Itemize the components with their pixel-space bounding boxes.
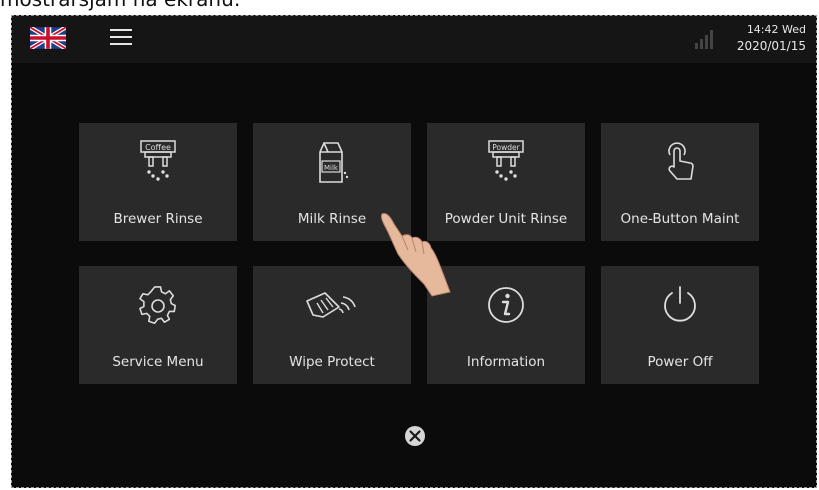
power-icon — [664, 286, 696, 322]
touch-finger-icon — [668, 142, 694, 180]
close-circle-icon[interactable] — [404, 425, 426, 447]
svg-text:Milk: Milk — [324, 164, 339, 172]
clock-date: 2020/01/15 — [736, 39, 806, 53]
tile-power-off[interactable]: Power Off — [601, 266, 759, 384]
tile-label: Power Off — [647, 354, 713, 370]
top-status-bar: 14:42 Wed 2020/01/15 — [12, 16, 816, 63]
powder-unit-icon: Powder — [488, 140, 524, 181]
tile-service-menu[interactable]: Service Menu — [79, 266, 237, 384]
tile-label: Service Menu — [112, 354, 204, 370]
tile-label: Wipe Protect — [289, 354, 375, 370]
svg-text:Powder: Powder — [492, 143, 520, 152]
coffee-machine-screen: 14:42 Wed 2020/01/15 Coffee Brewer Rinse — [11, 15, 817, 488]
gear-icon — [139, 286, 177, 324]
tile-milk-rinse[interactable]: Milk Milk Rinse — [253, 123, 411, 241]
page-caption: mostrarsjam na ekranu: — [0, 0, 241, 11]
tile-information[interactable]: Information — [427, 266, 585, 384]
tile-label: Information — [466, 354, 546, 370]
tile-wipe-protect[interactable]: Wipe Protect — [253, 266, 411, 384]
clock-time: 14:42 Wed — [746, 23, 806, 36]
coffee-brewer-icon: Coffee — [140, 140, 176, 181]
uk-flag-icon[interactable] — [30, 27, 66, 49]
tile-brewer-rinse[interactable]: Coffee Brewer Rinse — [79, 123, 237, 241]
hamburger-menu-icon[interactable] — [110, 29, 132, 47]
tile-label: Brewer Rinse — [113, 211, 203, 227]
milk-carton-icon: Milk — [319, 142, 349, 183]
tile-label: Milk Rinse — [297, 211, 367, 227]
clock: 14:42 Wed 2020/01/15 — [737, 22, 806, 54]
svg-text:Coffee: Coffee — [145, 143, 171, 152]
info-icon — [488, 287, 524, 323]
tile-powder-unit-rinse[interactable]: Powder Powder Unit Rinse — [427, 123, 585, 241]
signal-strength-icon — [695, 30, 713, 49]
tile-label: Powder Unit Rinse — [444, 211, 568, 227]
tile-one-button-maint[interactable]: One-Button Maint — [601, 123, 759, 241]
tile-label: One-Button Maint — [620, 211, 740, 227]
wipe-hand-icon — [306, 292, 356, 318]
